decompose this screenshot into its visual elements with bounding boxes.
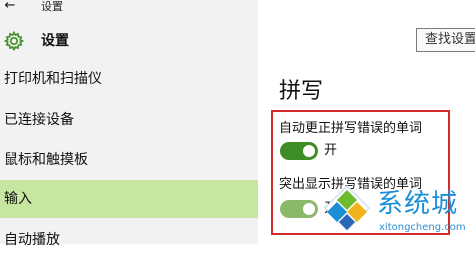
sidebar-item-mouse-touchpad[interactable]: 鼠标和触摸板 (0, 141, 258, 179)
autocorrect-state: 开 (324, 143, 338, 158)
autocorrect-label: 自动更正拼写错误的单词 (279, 121, 423, 136)
page-title: 设置 (41, 33, 69, 49)
sidebar-item-connected-devices[interactable]: 已连接设备 (0, 101, 258, 139)
watermark: 系统城 xitongcheng.com (323, 184, 475, 244)
highlight-misspelled-toggle[interactable] (280, 200, 318, 218)
sidebar: ← 设置 设置 打印机和扫描仪 已连接设备 鼠标和触摸板 输入 自动播放 (0, 0, 258, 248)
watermark-logo-icon (323, 184, 371, 232)
window-title: 设置 (41, 0, 63, 13)
watermark-url: xitongcheng.com (379, 222, 466, 233)
section-title: 拼写 (279, 79, 324, 104)
sidebar-item-autoplay[interactable]: 自动播放 (0, 221, 258, 259)
back-arrow-icon[interactable]: ← (0, 0, 20, 14)
search-input[interactable]: 查找设置 (416, 28, 475, 52)
watermark-text: 系统城 (377, 189, 459, 219)
sidebar-item-typing[interactable]: 输入 (0, 180, 258, 218)
gear-icon (4, 31, 24, 51)
toggle-knob (303, 203, 315, 215)
toggle-knob (303, 145, 315, 157)
sidebar-item-printers[interactable]: 打印机和扫描仪 (0, 60, 258, 98)
autocorrect-toggle[interactable] (280, 142, 318, 160)
